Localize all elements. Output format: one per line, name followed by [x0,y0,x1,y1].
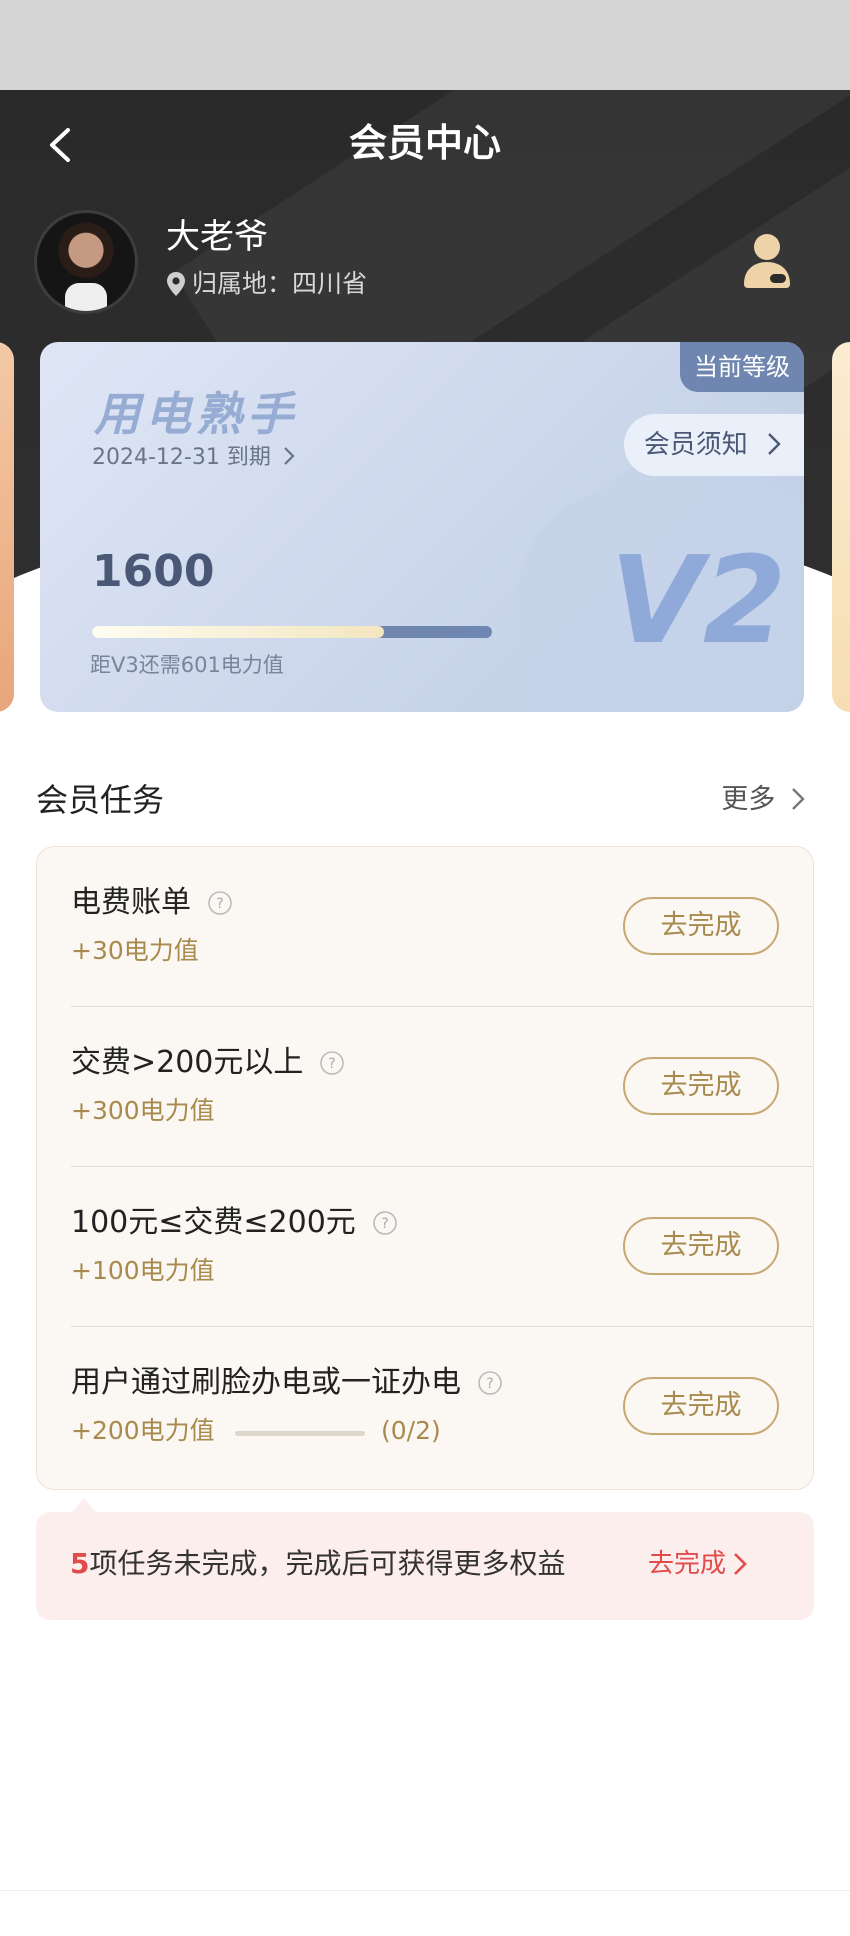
go-complete-label: 去完成 [647,1549,726,1579]
level-name: 用电熟手 [94,387,298,441]
task-progress-count: (0/2) [381,1416,441,1445]
level-progress-hint: 距V3还需601电力值 [90,653,284,677]
chevron-right-icon [768,433,781,455]
svg-text:V2: V2 [610,532,786,662]
divider [0,1890,850,1891]
task-complete-button[interactable]: 去完成 [623,1377,779,1435]
incomplete-message: 项任务未完成，完成后可获得更多权益 [89,1547,566,1580]
avatar [34,210,138,314]
svg-text:?: ? [329,1056,336,1072]
profile-button[interactable] [740,230,794,290]
current-level-badge: 当前等级 [680,342,804,392]
question-mark-icon[interactable]: ? [207,890,233,916]
more-tasks-link[interactable]: 更多 [721,780,806,820]
status-bar [0,0,850,90]
incomplete-tasks-banner: 5项任务未完成，完成后可获得更多权益 去完成 [36,1512,814,1620]
task-reward: +30电力值 [71,936,199,965]
go-complete-link[interactable]: 去完成 [648,1544,748,1584]
task-name: 用户通过刷脸办电或一证办电 [71,1365,461,1400]
svg-text:?: ? [381,1216,388,1232]
task-item: 100元≤交费≤200元 ? +100电力值 去完成 [37,1167,813,1327]
question-mark-icon[interactable]: ? [319,1050,345,1076]
task-reward: +300电力值 [71,1096,215,1125]
svg-text:?: ? [486,1376,493,1392]
user-location-text: 归属地：四川省 [192,269,368,298]
chevron-right-icon [792,788,805,810]
chevron-right-icon [284,447,295,465]
level-mark-v2-graphic: V2 [610,532,786,662]
task-item: 电费账单 ? +30电力值 去完成 [37,847,813,1007]
task-list: 电费账单 ? +30电力值 去完成 交费>200元以上 ? +300电力值 去完… [36,846,814,1490]
svg-text:?: ? [216,896,223,912]
task-reward: +100电力值 [71,1256,215,1285]
incomplete-count: 5 [70,1547,90,1580]
member-notice-label: 会员须知 [643,430,748,460]
question-mark-icon[interactable]: ? [372,1210,398,1236]
level-progress-bar [92,626,492,638]
location-pin-icon [167,272,185,296]
user-name: 大老爷 [166,217,268,257]
user-icon [744,234,790,288]
task-progress-bar [235,1431,365,1436]
prev-level-card[interactable] [0,342,14,712]
chevron-right-icon [734,1553,747,1575]
task-complete-button[interactable]: 去完成 [623,897,779,955]
task-reward: +200电力值 [71,1416,215,1445]
task-complete-button[interactable]: 去完成 [623,1057,779,1115]
expire-date-link[interactable]: 2024-12-31 到期 [92,442,296,474]
next-level-card[interactable] [832,342,850,712]
tip-pointer [72,1498,96,1512]
level-card: V2 当前等级 用电熟手 2024-12-31 到期 会员须知 1600 距V3… [40,342,804,712]
expire-date-text: 2024-12-31 到期 [92,445,271,470]
power-points-value: 1600 [92,546,215,597]
user-location: 归属地：四川省 [166,266,367,302]
level-progress-fill [92,626,384,638]
task-name: 交费>200元以上 [71,1045,304,1080]
task-item: 用户通过刷脸办电或一证办电 ? +200电力值 (0/2) 去完成 [37,1327,813,1487]
section-title-tasks: 会员任务 [36,781,165,819]
member-notice-button[interactable]: 会员须知 [623,414,804,476]
page-title: 会员中心 [348,121,501,165]
task-name: 100元≤交费≤200元 [71,1205,356,1240]
task-name: 电费账单 [71,885,191,920]
question-mark-icon[interactable]: ? [477,1370,503,1396]
more-link-label: 更多 [721,784,776,815]
task-item: 交费>200元以上 ? +300电力值 去完成 [37,1007,813,1167]
task-complete-button[interactable]: 去完成 [623,1217,779,1275]
